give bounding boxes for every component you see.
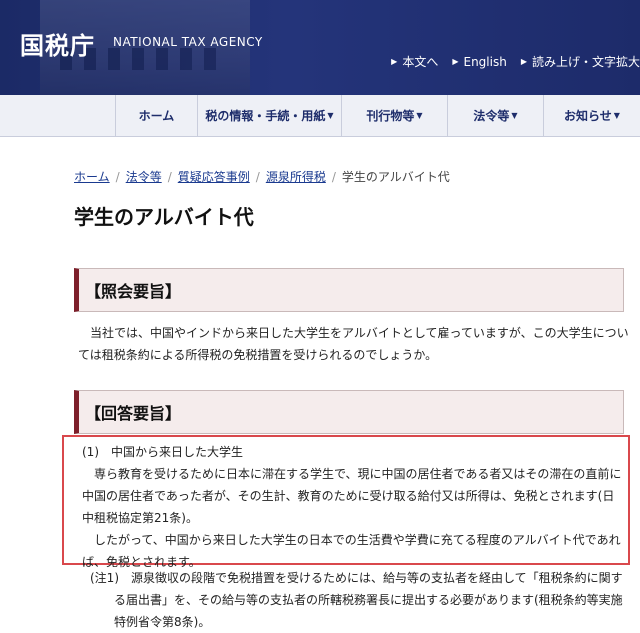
triangle-right-icon: ▶: [452, 57, 459, 66]
answer-note-1: (注1) 源泉徴収の段階で免税措置を受けるためには、給与等の支払者を経由して「租…: [90, 571, 623, 629]
global-nav: ホーム 税の情報・手続・用紙 ▼ 刊行物等 ▼ 法令等 ▼ お知らせ ▼: [0, 95, 640, 137]
site-logo[interactable]: 国税庁: [20, 26, 95, 61]
caret-down-icon: ▼: [327, 111, 334, 120]
util-link-english[interactable]: ▶ English: [452, 55, 507, 69]
breadcrumb-current: 学生のアルバイト代: [341, 170, 450, 184]
inquiry-text: 当社では、中国やインドから来日した大学生をアルバイトとして雇っていますが、この大…: [78, 326, 629, 362]
util-link-skip[interactable]: ▶ 本文へ: [391, 53, 438, 70]
breadcrumb-withholding[interactable]: 源泉所得税: [266, 168, 326, 185]
caret-down-icon: ▼: [613, 111, 620, 120]
answer-heading: 【回答要旨】: [74, 390, 624, 434]
page-title: 学生のアルバイト代: [74, 205, 254, 229]
breadcrumb-laws[interactable]: 法令等: [126, 168, 162, 185]
inquiry-heading: 【照会要旨】: [74, 268, 624, 312]
site-logo-english: NATIONAL TAX AGENCY: [113, 35, 263, 49]
answer-paragraph-1: 専ら教育を受けるために日本に滞在する学生で、現に中国の居住者である者又はその滞在…: [82, 467, 622, 525]
gnav-publications[interactable]: 刊行物等 ▼: [342, 95, 448, 136]
breadcrumb-qa[interactable]: 質疑応答事例: [178, 168, 250, 185]
gnav-tax-info[interactable]: 税の情報・手続・用紙 ▼: [198, 95, 342, 136]
gnav-laws[interactable]: 法令等 ▼: [448, 95, 544, 136]
answer-item-title: (1) 中国から来日した大学生: [82, 445, 243, 459]
breadcrumb-home[interactable]: ホーム: [74, 168, 110, 185]
triangle-right-icon: ▶: [391, 57, 398, 66]
gnav-news[interactable]: お知らせ ▼: [544, 95, 640, 136]
utility-nav: ▶ 本文へ ▶ English ▶ 読み上げ・文字拡大: [391, 53, 640, 70]
caret-down-icon: ▼: [511, 111, 518, 120]
triangle-right-icon: ▶: [520, 57, 527, 66]
util-link-accessibility[interactable]: ▶ 読み上げ・文字拡大: [521, 53, 640, 70]
breadcrumb: ホーム / 法令等 / 質疑応答事例 / 源泉所得税 / 学生のアルバイト代: [74, 168, 450, 185]
gnav-home[interactable]: ホーム: [116, 95, 198, 136]
caret-down-icon: ▼: [416, 111, 423, 120]
site-header: 国税庁 NATIONAL TAX AGENCY ▶ 本文へ ▶ English …: [0, 0, 640, 95]
